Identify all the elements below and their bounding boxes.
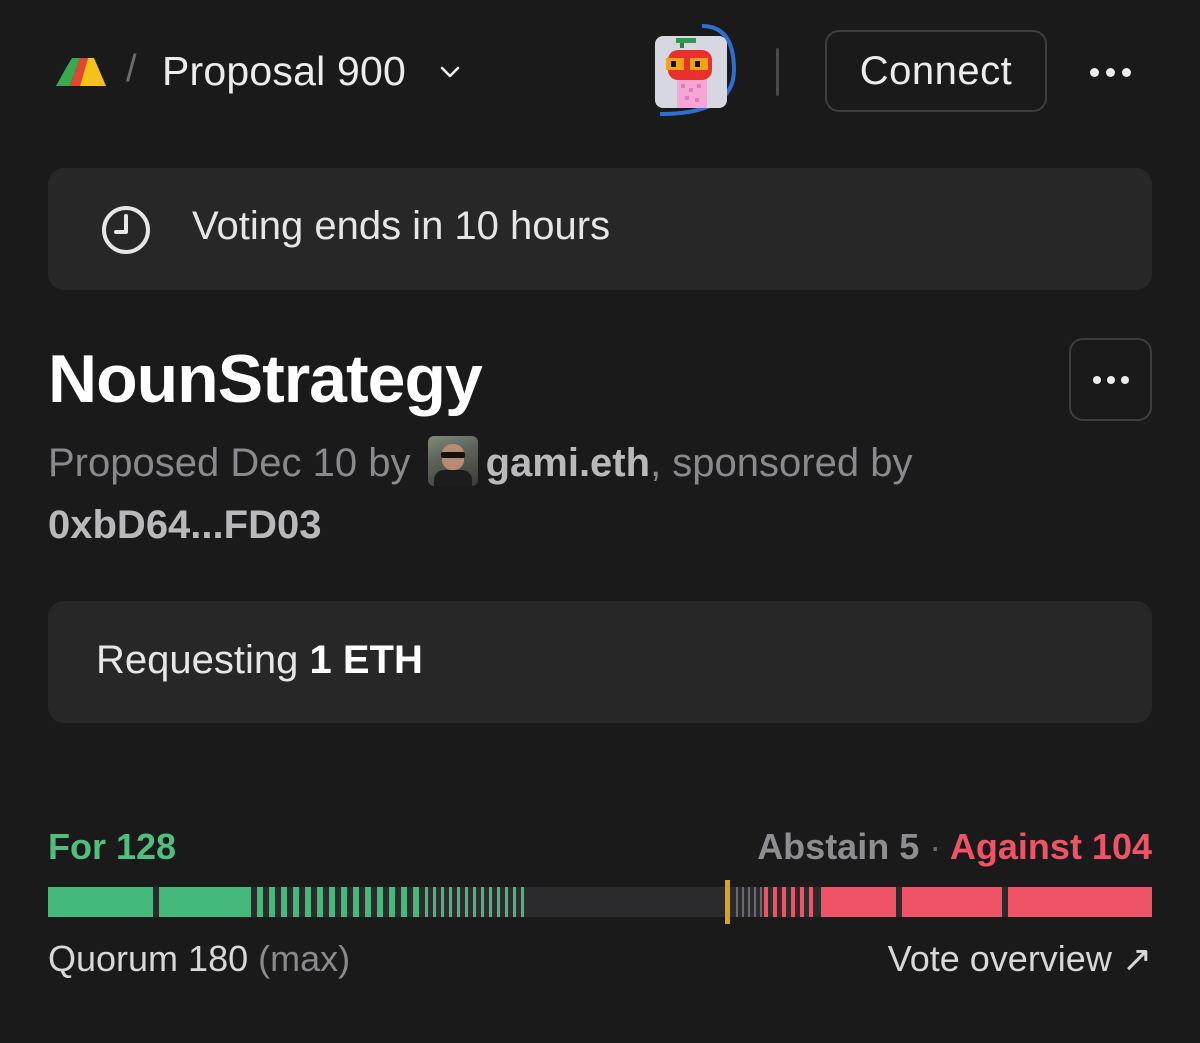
against-vote-segment <box>791 887 795 917</box>
dot <box>1106 375 1115 384</box>
for-vote-segment <box>401 887 407 917</box>
for-vote-segment <box>513 887 516 917</box>
abstain-vote-segment <box>748 887 750 917</box>
request-amount: 1 ETH <box>309 638 423 682</box>
against-vote-segment <box>1008 887 1152 917</box>
dot <box>1092 375 1101 384</box>
for-vote-segment <box>329 887 335 917</box>
against-vote-segment <box>782 887 786 917</box>
vote-overview-link[interactable]: Vote overview ↗ <box>888 938 1152 980</box>
abstain-votes-label: Abstain 5 <box>757 826 920 867</box>
for-vote-segment <box>317 887 323 917</box>
proposal-byline: Proposed Dec 10 by gami.eth, sponsored b… <box>48 432 1152 556</box>
proposer-avatar[interactable] <box>427 436 478 486</box>
request-prefix: Requesting <box>96 638 299 682</box>
funding-request-text: Requesting 1 ETH <box>96 638 423 683</box>
for-vote-segment <box>413 887 419 917</box>
for-vote-segment <box>449 887 452 917</box>
for-vote-segment <box>341 887 347 917</box>
byline-prefix: Proposed Dec 10 by <box>48 441 411 485</box>
noun-avatar-icon[interactable] <box>652 22 740 118</box>
vote-distribution-bar[interactable] <box>48 880 1152 924</box>
for-vote-segment <box>389 887 395 917</box>
against-vote-segment <box>800 887 804 917</box>
for-vote-segment <box>505 887 508 917</box>
connect-button[interactable]: Connect <box>825 30 1047 112</box>
quorum-marker <box>725 880 730 924</box>
nouns-logo-icon[interactable] <box>56 58 106 86</box>
against-vote-segment <box>773 887 777 917</box>
abstain-vote-segment <box>736 887 738 917</box>
quorum-suffix: (max) <box>258 938 351 979</box>
for-vote-segment <box>465 887 468 917</box>
for-vote-segment <box>457 887 460 917</box>
sponsor-link[interactable]: 0xbD64...FD03 <box>48 503 321 547</box>
against-vote-segment <box>764 887 768 917</box>
clock-icon <box>102 206 150 254</box>
for-votes-label: For 128 <box>48 826 177 867</box>
for-vote-segment <box>48 887 153 917</box>
against-votes-label: Against 104 <box>949 826 1152 867</box>
against-vote-segment <box>809 887 813 917</box>
for-vote-segment <box>433 887 436 917</box>
dot <box>1120 375 1129 384</box>
for-vote-segment <box>269 887 275 917</box>
for-vote-segment <box>481 887 484 917</box>
more-menu-icon[interactable] <box>1086 56 1134 88</box>
for-vote-segment <box>293 887 299 917</box>
dot <box>1089 67 1099 77</box>
proposer-link[interactable]: gami.eth <box>486 441 650 485</box>
dot <box>1105 67 1115 77</box>
abstain-vote-segment <box>760 887 762 917</box>
for-vote-segment <box>489 887 492 917</box>
breadcrumb-separator: / <box>126 48 137 90</box>
for-vote-segment <box>257 887 263 917</box>
for-vote-segment <box>281 887 287 917</box>
header-divider <box>776 48 779 96</box>
quorum-value: Quorum 180 <box>48 938 249 979</box>
vote-labels-right: Abstain 5 · Against 104 <box>757 826 1152 868</box>
for-vote-segment <box>377 887 383 917</box>
voting-status-text: Voting ends in 10 hours <box>192 204 611 248</box>
label-separator: · <box>929 826 942 867</box>
chevron-down-icon[interactable] <box>438 60 462 84</box>
abstain-vote-segment <box>742 887 744 917</box>
for-vote-segment <box>497 887 500 917</box>
for-vote-segment <box>473 887 476 917</box>
quorum-label: Quorum 180 (max) <box>48 938 350 980</box>
for-vote-segment <box>353 887 359 917</box>
byline-middle: , sponsored by <box>650 441 913 485</box>
proposal-selector[interactable]: Proposal 900 <box>162 48 406 95</box>
for-vote-segment <box>305 887 311 917</box>
for-vote-segment <box>425 887 428 917</box>
for-vote-segment <box>441 887 444 917</box>
for-vote-segment <box>521 887 524 917</box>
for-vote-segment <box>365 887 371 917</box>
proposal-actions-button[interactable] <box>1069 338 1152 421</box>
for-vote-segment <box>159 887 251 917</box>
dot <box>1121 67 1131 77</box>
against-vote-segment <box>902 887 1002 917</box>
against-vote-segment <box>821 887 896 917</box>
proposal-title: NounStrategy <box>48 341 483 417</box>
abstain-vote-segment <box>754 887 756 917</box>
